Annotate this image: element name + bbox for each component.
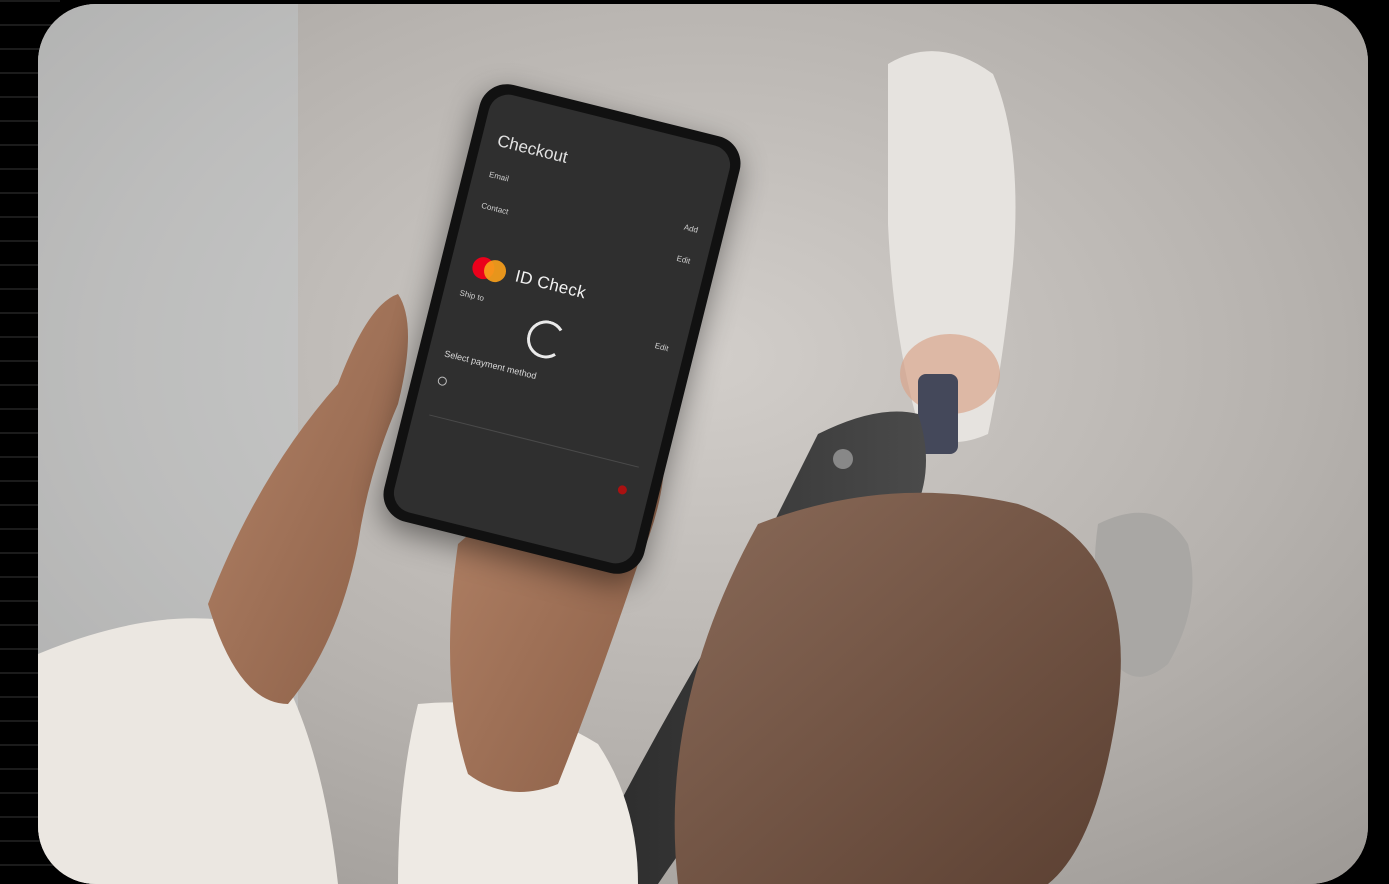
prosthetic-joint [833,449,853,469]
payment-option[interactable] [437,376,454,389]
row-action[interactable]: Add [683,223,699,235]
id-check-label: ID Check [513,266,588,303]
mastercard-logo [470,255,508,285]
radio-icon[interactable] [437,376,448,387]
row-action[interactable]: Edit [676,254,692,266]
row-label: Contact [480,201,509,216]
payment-header: Select payment method [443,348,537,381]
row-label: Email [488,170,510,184]
divider [429,414,639,467]
card-brand-icon [617,484,628,495]
payment-option-label [451,379,453,388]
photo-frame: Checkout Email Add Contact Edit ID Check… [38,4,1368,884]
row-action[interactable]: Edit [654,341,670,353]
row-sub [488,181,698,233]
checkout-row-email[interactable]: Email Add [488,170,700,233]
screen-title: Checkout [495,131,570,168]
